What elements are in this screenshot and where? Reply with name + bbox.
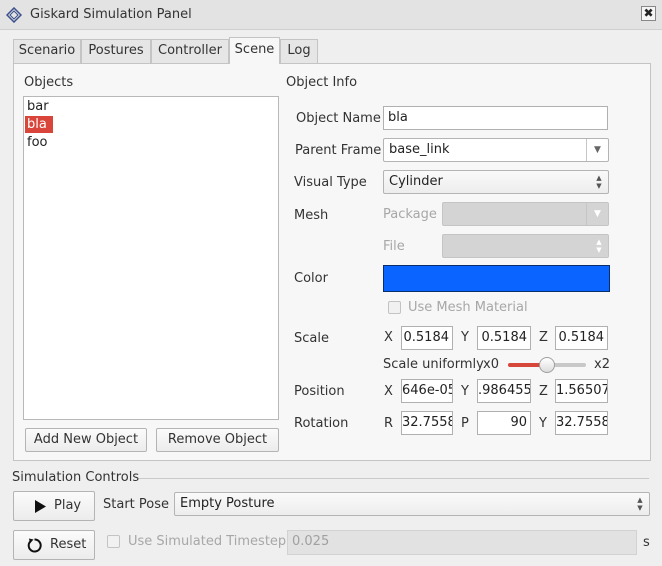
- start-pose-value: Empty Posture: [180, 496, 275, 511]
- color-label: Color: [294, 271, 328, 286]
- reset-button[interactable]: Reset: [13, 530, 95, 560]
- window-title: Giskard Simulation Panel: [30, 7, 192, 22]
- list-item-foo[interactable]: foo: [25, 134, 47, 151]
- objects-list[interactable]: bar bla foo: [23, 96, 279, 420]
- close-icon[interactable]: ✖: [641, 6, 656, 21]
- object-info-header: Object Info: [286, 75, 358, 90]
- use-simulated-timestep-label: Use Simulated Timestep: [128, 534, 287, 549]
- visual-type-label: Visual Type: [294, 175, 367, 190]
- list-item-bla[interactable]: bla: [25, 116, 53, 133]
- package-label: Package: [383, 207, 437, 222]
- title-bar: Giskard Simulation Panel ✖: [0, 0, 662, 30]
- section-divider: [139, 478, 649, 479]
- parent-frame-value: base_link: [389, 142, 450, 157]
- visual-type-combo[interactable]: Cylinder ▲ ▼: [383, 170, 609, 194]
- updown-arrows-icon: ▲ ▼: [596, 238, 602, 254]
- scale-z-input[interactable]: 0.5184: [555, 326, 608, 350]
- position-label: Position: [294, 384, 345, 399]
- play-icon: [35, 500, 46, 513]
- rotation-p-input[interactable]: 90: [477, 411, 531, 435]
- play-label: Play: [54, 498, 82, 513]
- start-pose-combo[interactable]: Empty Posture ▲ ▼: [174, 492, 650, 516]
- tab-scenario[interactable]: Scenario: [13, 39, 81, 63]
- chevron-down-icon: ▼: [586, 203, 608, 225]
- chevron-down-icon: ▼: [586, 139, 608, 161]
- scene-panel: Objects bar bla foo Add New Object Remov…: [13, 63, 651, 461]
- scale-label: Scale: [294, 331, 329, 346]
- reset-icon: [27, 538, 42, 553]
- scale-y-label: Y: [461, 330, 469, 345]
- use-simulated-timestep-checkbox[interactable]: [107, 535, 120, 548]
- object-name-label: Object Name: [296, 111, 381, 126]
- mesh-label: Mesh: [294, 208, 329, 223]
- reset-label: Reset: [50, 537, 87, 552]
- tab-controller[interactable]: Controller: [151, 39, 229, 63]
- file-combo: ▲ ▼: [442, 234, 609, 258]
- position-y-input[interactable]: .986455: [477, 379, 531, 403]
- app-diamond-icon: [6, 7, 22, 23]
- parent-frame-combo[interactable]: base_link ▼: [383, 138, 609, 162]
- slider-max-label: x2: [594, 357, 610, 372]
- rotation-y-input[interactable]: 32.7558: [555, 411, 608, 435]
- use-mesh-material-checkbox: [388, 301, 401, 314]
- tab-log[interactable]: Log: [280, 39, 318, 63]
- objects-header: Objects: [24, 75, 74, 90]
- simulation-controls-header: Simulation Controls: [12, 470, 140, 485]
- slider-handle[interactable]: [539, 357, 555, 373]
- rotation-label: Rotation: [294, 416, 349, 431]
- scale-uniformly-label: Scale uniformly: [383, 357, 484, 372]
- updown-arrows-icon: ▲ ▼: [596, 174, 602, 190]
- scale-uniformly-slider[interactable]: [508, 356, 586, 374]
- timestep-unit-label: s: [643, 535, 650, 550]
- position-y-label: Y: [461, 384, 469, 399]
- scale-y-input[interactable]: 0.5184: [477, 326, 531, 350]
- play-button[interactable]: Play: [13, 491, 95, 521]
- add-object-button[interactable]: Add New Object: [25, 428, 147, 452]
- tab-postures[interactable]: Postures: [81, 39, 151, 63]
- list-item-bar[interactable]: bar: [25, 98, 49, 115]
- scale-x-input[interactable]: 0.5184: [401, 326, 453, 350]
- rotation-y-label: Y: [539, 416, 547, 431]
- tab-scene[interactable]: Scene: [229, 37, 280, 64]
- position-z-input[interactable]: 1.56507: [555, 379, 608, 403]
- position-z-label: Z: [539, 384, 548, 399]
- rotation-p-label: P: [461, 416, 469, 431]
- use-mesh-material-label: Use Mesh Material: [408, 300, 528, 315]
- scale-z-label: Z: [539, 330, 548, 345]
- slider-min-label: x0: [483, 357, 499, 372]
- remove-object-button[interactable]: Remove Object: [156, 428, 279, 452]
- rotation-r-input[interactable]: 32.7558: [401, 411, 453, 435]
- rotation-r-label: R: [384, 416, 394, 431]
- position-x-input[interactable]: 646e-05: [401, 379, 453, 403]
- updown-arrows-icon: ▲ ▼: [637, 496, 643, 512]
- scale-x-label: X: [384, 330, 393, 345]
- position-x-label: X: [384, 384, 393, 399]
- object-name-input[interactable]: bla: [383, 106, 608, 130]
- color-swatch-button[interactable]: [383, 265, 610, 292]
- timestep-input: 0.025: [287, 530, 637, 555]
- file-label: File: [383, 239, 405, 254]
- parent-frame-label: Parent Frame: [295, 143, 382, 158]
- package-combo: ▼: [442, 202, 609, 226]
- visual-type-value: Cylinder: [389, 174, 443, 189]
- start-pose-label: Start Pose: [103, 497, 169, 512]
